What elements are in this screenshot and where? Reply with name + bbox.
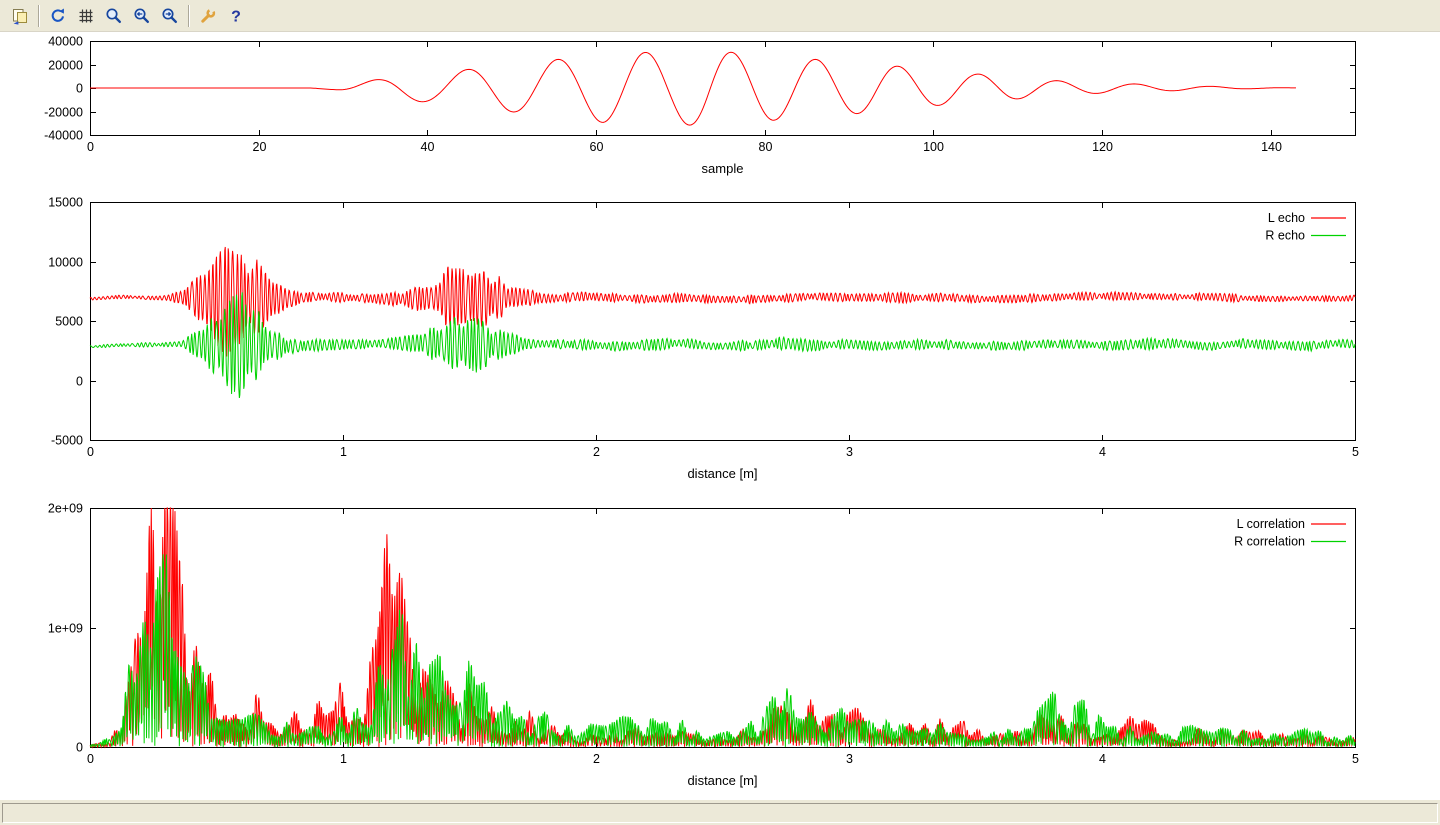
x-tick-label: 2 [593,445,600,459]
wrench-icon [199,7,217,25]
replot-icon [49,7,67,25]
zoom-previous-button[interactable] [128,3,156,29]
toolbar-separator [38,5,40,27]
x-axis-label: distance [m] [687,773,757,788]
x-tick-label: 0 [87,445,94,459]
x-tick-label: 100 [923,140,944,154]
x-tick-label: 4 [1099,752,1106,766]
legend-label: R correlation [1234,535,1305,549]
toolbar-separator [188,5,190,27]
y-tick-label: 40000 [48,35,83,49]
replot-button[interactable] [44,3,72,29]
x-tick-label: 20 [253,140,267,154]
help-button[interactable]: ? [222,3,250,29]
y-tick-label: 5000 [55,315,83,329]
chart-canvas-0: 0 20 40 60 80 100 120 140 -40000 -20000 0 20000 4000… [0,32,1440,185]
help-icon: ? [227,7,245,25]
legend-label: R echo [1265,229,1305,243]
zoom-next-icon [161,7,179,25]
y-tick-label: 1e+09 [48,622,83,636]
y-tick-label: 0 [76,741,83,755]
toolbar: ? [0,0,1440,32]
x-tick-label: 1 [340,445,347,459]
x-tick-label: 3 [846,752,853,766]
x-tick-label: 3 [846,445,853,459]
y-tick-label: 0 [76,82,83,96]
y-tick-label: 2e+09 [48,502,83,516]
legend-label: L correlation [1237,517,1305,531]
chart-canvas-2: 0 1 2 3 4 5 0 1e+09 2e+09 L correlation R correlat… [0,500,1440,799]
plot-border [91,203,1356,441]
plot-border [91,509,1356,748]
zoom-previous-icon [133,7,151,25]
y-tick-label: -40000 [44,129,83,143]
x-tick-label: 40 [421,140,435,154]
zoom-icon [105,7,123,25]
x-tick-label: 60 [590,140,604,154]
x-tick-label: 80 [759,140,773,154]
zoom-button[interactable] [100,3,128,29]
chart-correlation[interactable]: 0 1 2 3 4 5 0 1e+09 2e+09 L correlation R correlat… [0,500,1440,799]
x-axis-label: sample [702,161,744,176]
y-tick-label: 10000 [48,256,83,270]
zoom-next-button[interactable] [156,3,184,29]
status-bar [0,799,1440,825]
y-tick-label: 15000 [48,196,83,210]
x-tick-label: 5 [1352,752,1359,766]
x-tick-label: 0 [87,752,94,766]
x-axis-label: distance [m] [687,466,757,481]
x-tick-label: 140 [1261,140,1282,154]
plot-window: ? 020406080100120140-40000-2000002000040… [0,0,1440,825]
help-icon-text: ? [231,8,241,25]
chart-echo[interactable]: 0 1 2 3 4 5 -5000 0 5000 10000 15000 L echo R echo di… [0,185,1440,500]
copy-to-clipboard-icon [11,7,29,25]
x-tick-label: 4 [1099,445,1106,459]
y-tick-label: 0 [76,375,83,389]
copy-button[interactable] [6,3,34,29]
x-tick-label: 120 [1092,140,1113,154]
chart-signal[interactable]: 0 20 40 60 80 100 120 140 -40000 -20000 0 20000 4000… [0,32,1440,185]
chart-canvas-1: 0 1 2 3 4 5 -5000 0 5000 10000 15000 L echo R echo di… [0,185,1440,500]
status-text [2,803,1438,823]
x-tick-label: 1 [340,752,347,766]
configure-button[interactable] [194,3,222,29]
y-tick-label: -5000 [51,434,83,448]
grid-icon [77,7,95,25]
y-tick-label: -20000 [44,106,83,120]
x-tick-label: 2 [593,752,600,766]
x-tick-label: 0 [87,140,94,154]
legend-label: L echo [1268,211,1305,225]
plot-area: 020406080100120140-40000-200000200004000… [0,32,1440,799]
y-tick-label: 20000 [48,59,83,73]
x-tick-label: 5 [1352,445,1359,459]
grid-toggle-button[interactable] [72,3,100,29]
